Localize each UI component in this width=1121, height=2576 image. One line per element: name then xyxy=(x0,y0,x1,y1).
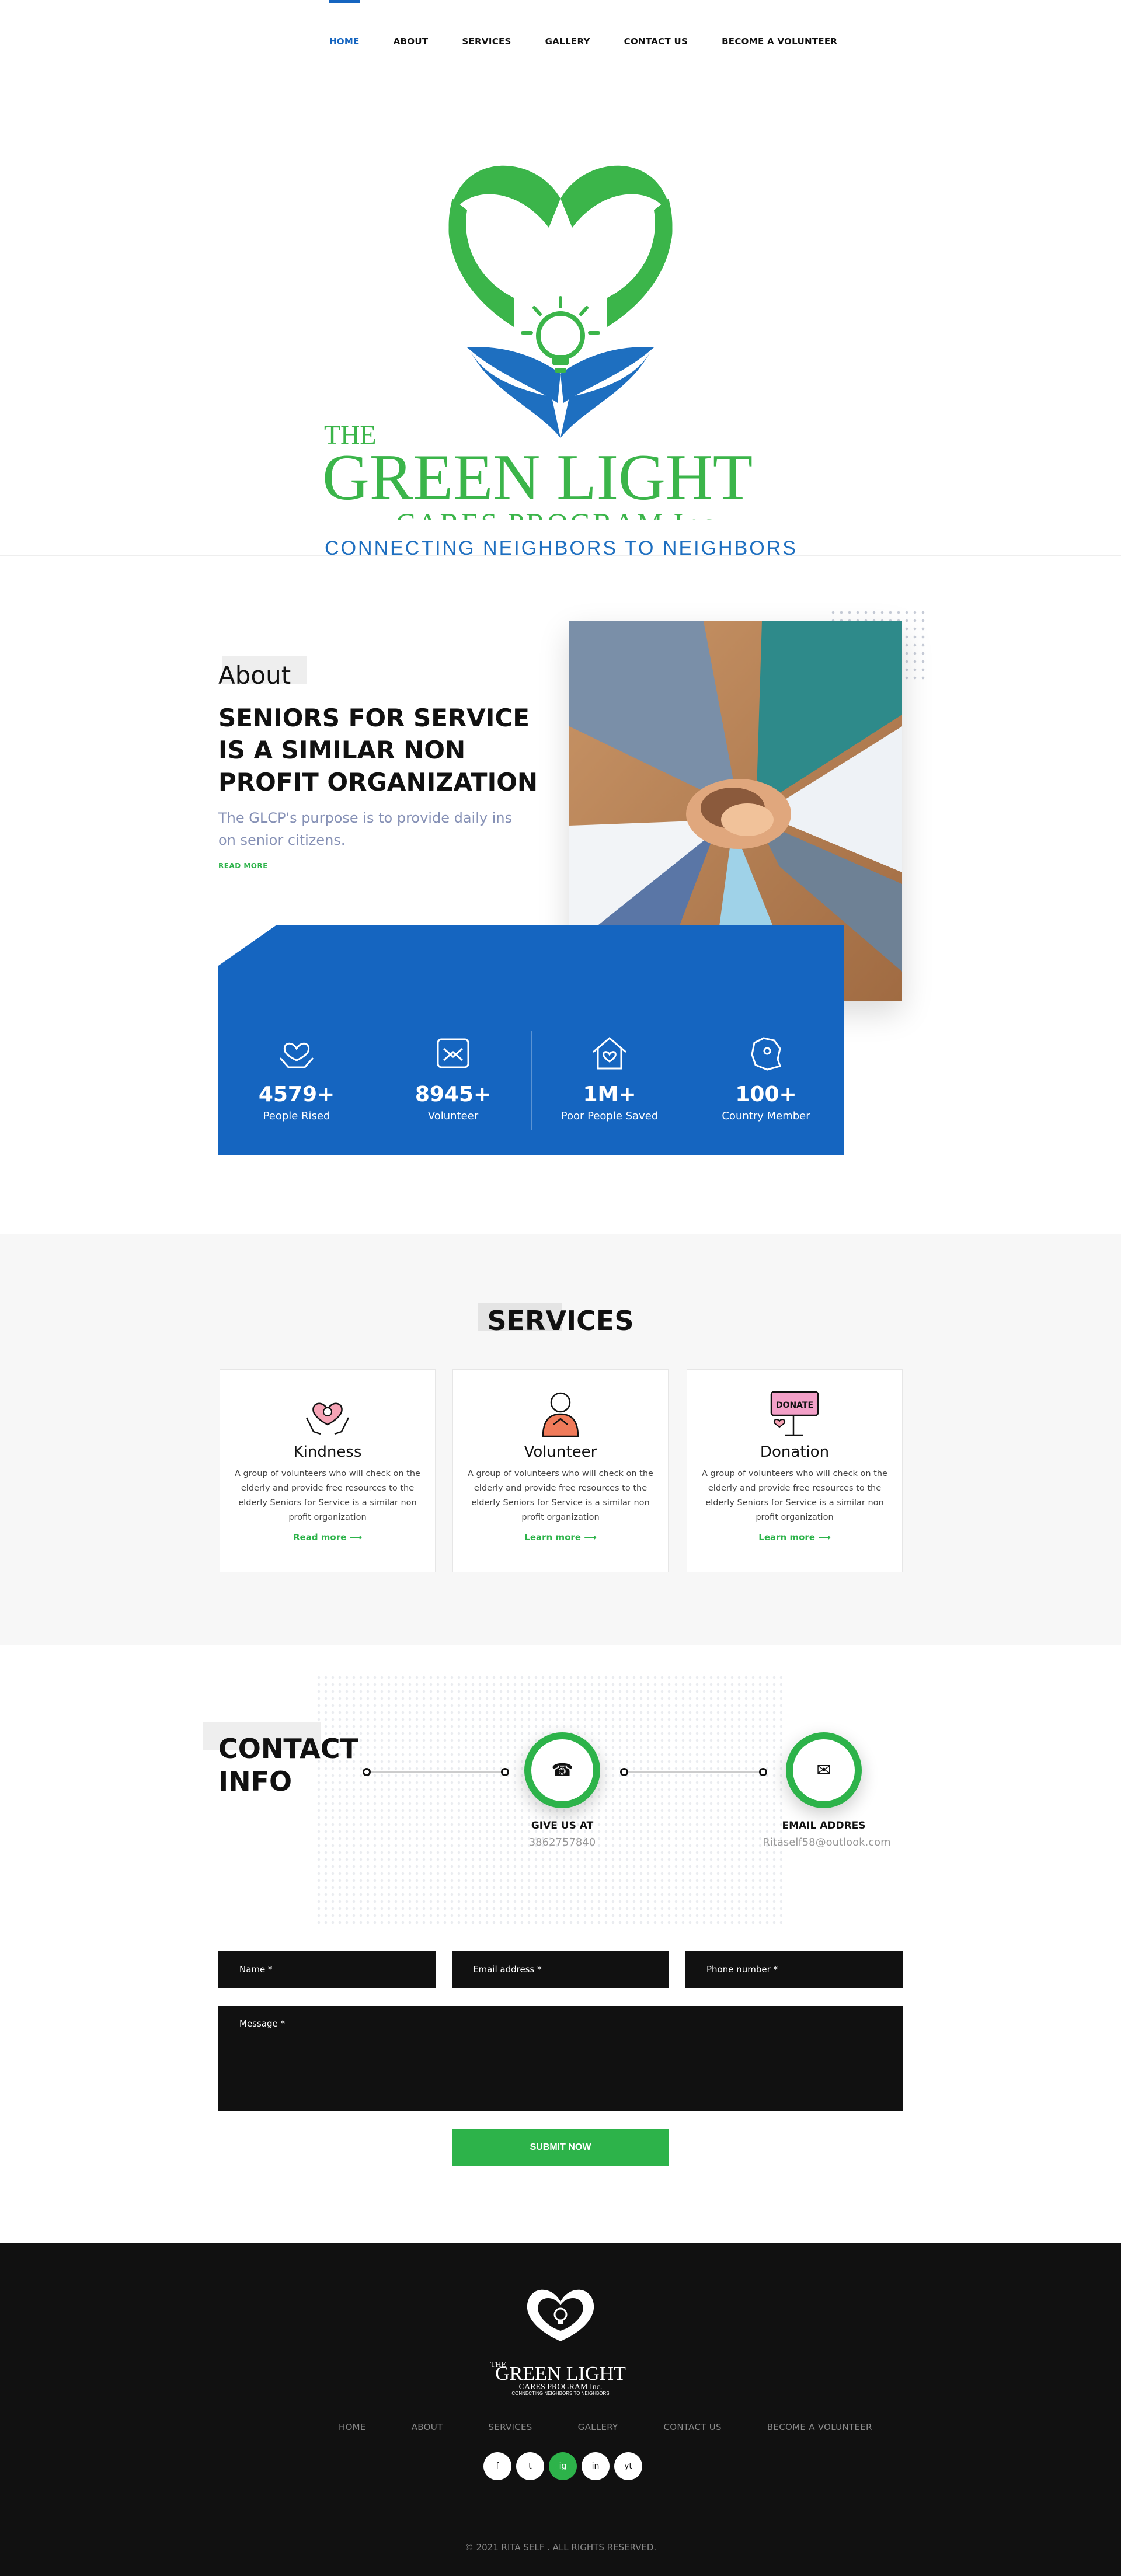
service-name: Volunteer xyxy=(524,1443,597,1461)
phone-field[interactable]: Phone number * xyxy=(685,1951,903,1988)
footer-nav-become-volunteer[interactable]: BECOME A VOLUNTEER xyxy=(767,2422,872,2432)
nav-active-indicator xyxy=(329,0,360,3)
stat-country-member: 100+ Country Member xyxy=(688,1031,844,1130)
message-field[interactable]: Message * xyxy=(218,2006,903,2111)
copyright-text: © 2021 RITA SELF . ALL RIGHTS RESERVED. xyxy=(464,2542,657,2553)
phone-icon: ☎ xyxy=(551,1760,573,1781)
country-map-icon xyxy=(751,1037,781,1071)
green-light-logo: THE GREEN LIGHT CARES PROGRAM Inc. xyxy=(322,165,753,520)
house-heart-icon xyxy=(593,1037,626,1070)
service-learn-more-link[interactable]: Learn more ⟶ xyxy=(758,1532,830,1543)
about-heading: SENIORS FOR SERVICE IS A SIMILAR NON PRO… xyxy=(218,704,538,796)
volunteer-hands-icon xyxy=(437,1038,469,1068)
connector-node xyxy=(620,1768,628,1776)
email-circle[interactable]: ✉ xyxy=(786,1732,862,1808)
contact-section: CONTACT INFO ☎ ✉ GIVE US AT 3862757840 EM… xyxy=(0,1645,1121,2243)
stat-label: Country Member xyxy=(722,1110,810,1122)
heart-hands-icon xyxy=(279,1042,314,1068)
email-value[interactable]: Ritaself58@outlook.com xyxy=(751,1836,903,1849)
stat-value: 4579+ xyxy=(258,1082,335,1106)
connector-line xyxy=(625,1771,763,1773)
instagram-icon[interactable]: ig xyxy=(549,2452,577,2480)
email-field[interactable]: Email address * xyxy=(452,1951,669,1988)
stat-label: People Rised xyxy=(263,1110,330,1122)
about-read-more-link[interactable]: READ MORE xyxy=(218,862,268,870)
service-name: Kindness xyxy=(293,1443,362,1461)
footer-nav-home[interactable]: HOME xyxy=(339,2422,366,2432)
services-section: SERVICES Kindness A group of volunteers … xyxy=(0,1234,1121,1645)
about-text: The GLCP's purpose is to provide daily i… xyxy=(218,810,513,848)
footer-logo: THE GREEN LIGHT CARES PROGRAM Inc. CONNE… xyxy=(490,2289,626,2395)
footer-logo-program: CARES PROGRAM Inc. xyxy=(519,2383,603,2391)
logo-hero: THE GREEN LIGHT CARES PROGRAM Inc. CONNE… xyxy=(0,88,1121,559)
social-links: f t ig in yt xyxy=(483,2452,642,2480)
service-card-volunteer: Volunteer A group of volunteers who will… xyxy=(452,1369,669,1572)
stat-poor-people-saved: 1M+ Poor People Saved xyxy=(531,1031,688,1130)
service-description: A group of volunteers who will check on … xyxy=(235,1469,420,1522)
nav-home[interactable]: HOME xyxy=(329,36,360,47)
footer-logo-tagline: CONNECTING NEIGHBORS TO NEIGHBORS xyxy=(511,2391,609,2395)
stat-value: 8945+ xyxy=(415,1082,492,1106)
footer-nav-contact-us[interactable]: CONTACT US xyxy=(663,2422,721,2432)
donate-sign-icon: DONATE xyxy=(770,1391,819,1436)
volunteer-icon xyxy=(542,1392,579,1437)
nav-about[interactable]: ABOUT xyxy=(394,36,429,47)
service-description: A group of volunteers who will check on … xyxy=(702,1469,887,1522)
youtube-icon[interactable]: yt xyxy=(614,2452,642,2480)
service-name: Donation xyxy=(760,1443,830,1461)
twitter-icon[interactable]: t xyxy=(516,2452,544,2480)
donate-sign-text: DONATE xyxy=(776,1401,813,1410)
stat-people-rised: 4579+ People Rised xyxy=(218,1031,375,1130)
linkedin-icon[interactable]: in xyxy=(582,2452,610,2480)
kindness-icon xyxy=(305,1402,350,1435)
envelope-icon: ✉ xyxy=(816,1760,831,1781)
connector-node xyxy=(363,1768,371,1776)
service-read-more-link[interactable]: Read more ⟶ xyxy=(293,1532,362,1543)
nav-menu: HOME ABOUT SERVICES GALLERY CONTACT US B… xyxy=(329,36,871,47)
logo-program-text: CARES PROGRAM Inc. xyxy=(396,507,725,520)
footer-nav: HOME ABOUT SERVICES GALLERY CONTACT US B… xyxy=(339,2422,918,2432)
services-title: SERVICES xyxy=(487,1305,634,1336)
phone-label: GIVE US AT xyxy=(531,1820,594,1832)
name-field[interactable]: Name * xyxy=(218,1951,436,1988)
phone-value[interactable]: 3862757840 xyxy=(486,1836,638,1849)
stat-value: 1M+ xyxy=(583,1082,636,1106)
contact-title: CONTACT INFO xyxy=(218,1733,358,1797)
top-navigation: HOME ABOUT SERVICES GALLERY CONTACT US B… xyxy=(0,0,1121,88)
stat-volunteer: 8945+ Volunteer xyxy=(375,1031,531,1130)
about-section: About SENIORS FOR SERVICE IS A SIMILAR N… xyxy=(0,556,1121,1234)
facebook-icon[interactable]: f xyxy=(483,2452,511,2480)
footer-nav-about[interactable]: ABOUT xyxy=(412,2422,443,2432)
connector-node xyxy=(759,1768,767,1776)
footer-nav-services[interactable]: SERVICES xyxy=(488,2422,532,2432)
stats-row: 4579+ People Rised 8945+ Volunteer 1M+ P… xyxy=(218,1031,844,1130)
service-description: A group of volunteers who will check on … xyxy=(468,1469,653,1522)
submit-button[interactable]: SUBMIT NOW xyxy=(452,2129,669,2166)
footer-logo-name: GREEN LIGHT xyxy=(495,2363,626,2384)
phone-circle[interactable]: ☎ xyxy=(524,1732,600,1808)
logo-name-text: GREEN LIGHT xyxy=(322,441,753,514)
stat-value: 100+ xyxy=(735,1082,797,1106)
connector-line xyxy=(367,1771,504,1773)
service-learn-more-link[interactable]: Learn more ⟶ xyxy=(524,1532,596,1543)
stat-label: Poor People Saved xyxy=(560,1110,659,1122)
footer: THE GREEN LIGHT CARES PROGRAM Inc. CONNE… xyxy=(0,2243,1121,2576)
nav-gallery[interactable]: GALLERY xyxy=(545,36,590,47)
service-card-donation: DONATE Donation A group of volunteers wh… xyxy=(687,1369,903,1572)
footer-nav-gallery[interactable]: GALLERY xyxy=(578,2422,618,2432)
about-label: About xyxy=(218,661,291,690)
nav-services[interactable]: SERVICES xyxy=(462,36,511,47)
service-card-kindness: Kindness A group of volunteers who will … xyxy=(220,1369,436,1572)
connector-node xyxy=(501,1768,509,1776)
nav-contact-us[interactable]: CONTACT US xyxy=(624,36,688,47)
email-label: EMAIL ADDRES xyxy=(782,1820,866,1832)
stat-label: Volunteer xyxy=(427,1110,479,1122)
nav-become-volunteer[interactable]: BECOME A VOLUNTEER xyxy=(722,36,837,47)
